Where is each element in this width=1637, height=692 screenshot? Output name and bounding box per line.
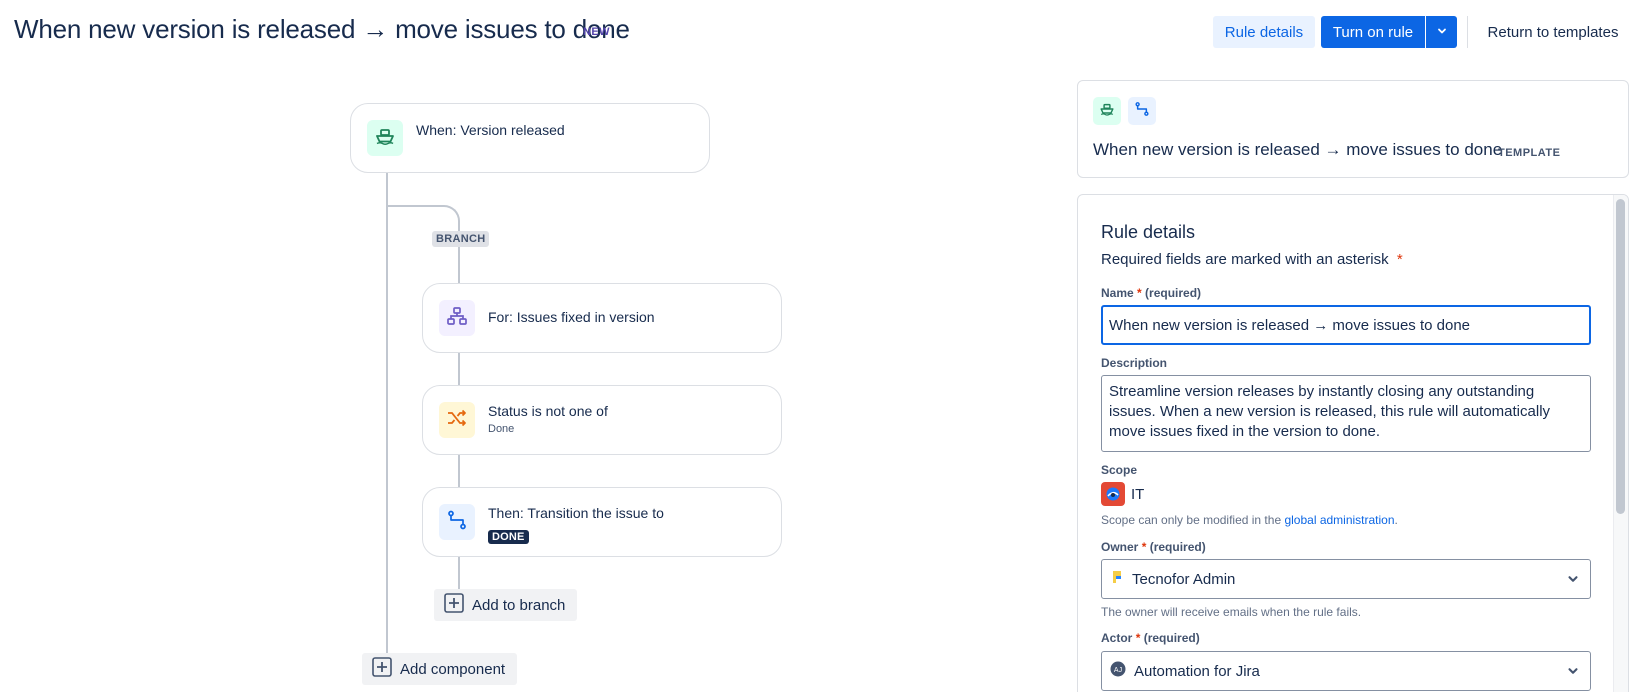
flow-line-main [386, 172, 388, 660]
name-label: Name * (required) [1101, 286, 1202, 300]
action-card[interactable]: Then: Transition the issue to DONE [422, 487, 782, 557]
add-to-branch-button[interactable]: Add to branch [434, 589, 578, 621]
scope-value: IT [1101, 482, 1144, 506]
new-badge: NEW [583, 26, 610, 38]
trigger-card[interactable]: When: Version released [350, 103, 710, 173]
action-label: Then: Transition the issue to [488, 505, 664, 521]
turn-on-options-button[interactable] [1426, 16, 1457, 48]
trigger-label: When: Version released [416, 122, 565, 138]
add-component-button[interactable]: Add component [362, 653, 518, 685]
template-tag: TEMPLATE [1498, 147, 1561, 159]
owner-helper: The owner will receive emails when the r… [1101, 605, 1362, 619]
chevron-down-icon [1566, 572, 1580, 590]
branch-tag: BRANCH [432, 231, 490, 247]
name-field[interactable] [1101, 305, 1591, 345]
svg-text:AJ: AJ [1114, 667, 1122, 674]
branch-label: For: Issues fixed in version [488, 309, 655, 325]
description-field[interactable]: Streamline version releases by instantly… [1101, 375, 1591, 452]
hierarchy-icon [446, 305, 468, 332]
rule-summary-card: When new version is released → move issu… [1077, 80, 1629, 178]
branch-icon-box [439, 300, 475, 336]
scope-label: Scope [1101, 463, 1138, 477]
global-administration-link[interactable]: global administration [1284, 513, 1394, 527]
condition-sublabel: Done [488, 423, 515, 435]
required-asterisk: * [1396, 251, 1403, 268]
page-title: When new version is released → move issu… [14, 14, 630, 44]
scrollbar-thumb[interactable] [1616, 199, 1625, 514]
owner-select[interactable]: Tecnofor Admin [1101, 559, 1591, 599]
required-note: Required fields are marked with an aster… [1101, 251, 1403, 268]
description-label: Description [1101, 356, 1168, 370]
ship-icon [1099, 101, 1115, 122]
transition-icon [1134, 101, 1150, 122]
summary-trigger-icon-box [1093, 97, 1121, 125]
return-to-templates-button[interactable]: Return to templates [1478, 16, 1628, 48]
trigger-icon-box [367, 120, 403, 156]
owner-avatar [1110, 570, 1124, 588]
owner-value: Tecnofor Admin [1132, 570, 1236, 588]
action-icon-box [439, 504, 475, 540]
ship-icon [374, 125, 396, 152]
condition-card[interactable]: Status is not one of Done [422, 385, 782, 455]
turn-on-rule-button[interactable]: Turn on rule [1321, 16, 1425, 48]
actor-select[interactable]: AJ Automation for Jira [1101, 651, 1591, 691]
project-avatar [1101, 482, 1125, 506]
add-icon [444, 593, 464, 617]
condition-label: Status is not one of [488, 403, 608, 419]
shuffle-icon [446, 407, 468, 434]
chevron-down-icon [1436, 24, 1448, 41]
header-divider [1467, 16, 1468, 48]
scope-text: IT [1131, 485, 1145, 503]
transition-icon [446, 509, 468, 536]
branch-card[interactable]: For: Issues fixed in version [422, 283, 782, 353]
owner-label: Owner * (required) [1101, 540, 1206, 554]
actor-value: Automation for Jira [1134, 662, 1260, 680]
rule-details-panel: Rule details Required fields are marked … [1077, 194, 1629, 692]
rule-details-heading: Rule details [1101, 222, 1196, 242]
panel-scrollbar[interactable] [1613, 195, 1628, 692]
scope-helper: Scope can only be modified in the global… [1101, 513, 1398, 527]
condition-icon-box [439, 402, 475, 438]
rule-details-button[interactable]: Rule details [1213, 16, 1315, 48]
add-component-label: Add component [400, 660, 506, 678]
actor-label: Actor * (required) [1101, 631, 1200, 645]
summary-title: When new version is released → move issu… [1093, 140, 1503, 159]
summary-action-icon-box [1128, 97, 1156, 125]
chevron-down-icon [1566, 664, 1580, 682]
status-badge: DONE [488, 530, 529, 544]
add-to-branch-label: Add to branch [472, 596, 566, 614]
automation-avatar-icon: AJ [1110, 661, 1126, 681]
add-icon [372, 657, 392, 681]
